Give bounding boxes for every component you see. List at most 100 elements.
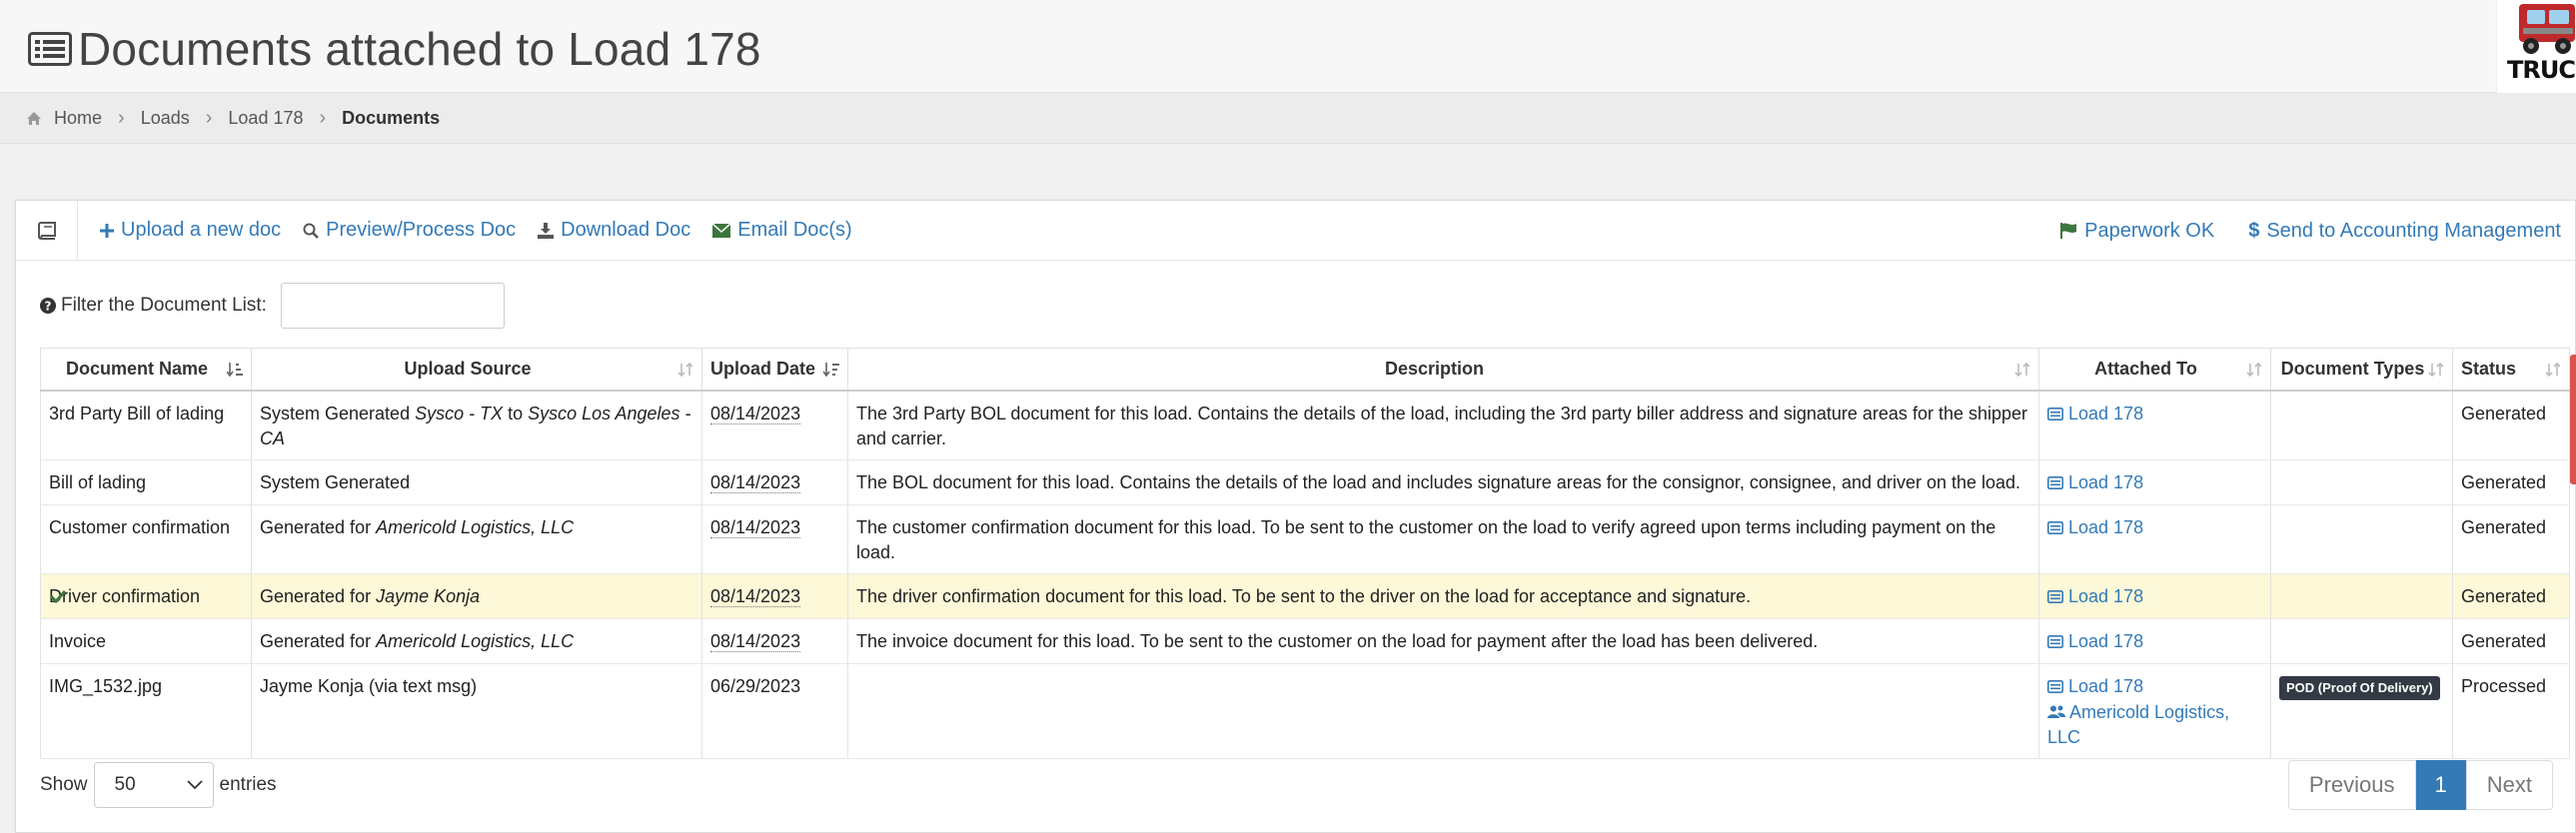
column-header-attached-to[interactable]: Attached To	[2038, 348, 2271, 392]
load-card-icon	[2047, 589, 2063, 603]
show-label: Show	[40, 774, 88, 795]
upload-date-cell: 08/14/2023	[701, 504, 848, 574]
document-type-cell: POD (Proof Of Delivery)	[2270, 663, 2453, 759]
description-cell: The 3rd Party BOL document for this load…	[847, 390, 2039, 460]
side-tab-handle[interactable]	[2570, 355, 2576, 484]
next-page-button[interactable]: Next	[2465, 760, 2553, 810]
sort-icon	[2545, 362, 2561, 378]
upload-date-cell: 08/14/2023	[701, 618, 848, 664]
status-cell: Generated	[2452, 573, 2570, 619]
entries-control: Show 50 entries	[40, 762, 277, 808]
breadcrumb-loads[interactable]: › Loads	[102, 107, 190, 130]
sort-icon	[2428, 362, 2444, 378]
entries-select[interactable]: 50	[93, 762, 214, 808]
entries-label: entries	[219, 774, 277, 795]
email-docs-label: Email Doc(s)	[737, 219, 852, 241]
upload-doc-button[interactable]: Upload a new doc	[100, 219, 281, 242]
upload-source-cell: System Generated Sysco - TX to Sysco Los…	[251, 390, 702, 460]
upload-date-cell: 08/14/2023	[701, 459, 848, 505]
table-row[interactable]: 3rd Party Bill of lading System Generate…	[40, 390, 2570, 460]
load-card-icon	[2047, 634, 2063, 648]
table-row[interactable]: Customer confirmation Generated for Amer…	[40, 504, 2570, 574]
load-link[interactable]: Load 178	[2047, 674, 2143, 699]
sort-icon	[2014, 362, 2030, 378]
table-row[interactable]: IMG_1532.jpg Jayme Konja (via text msg) …	[40, 663, 2570, 759]
document-name-cell: Customer confirmation	[40, 504, 252, 574]
send-to-accounting-button[interactable]: $ Send to Accounting Management	[2248, 220, 2561, 243]
toolbar: Upload a new doc Preview/Process Doc Dow…	[16, 200, 2575, 261]
send-to-accounting-label: Send to Accounting Management	[2266, 219, 2561, 242]
dollar-icon: $	[2248, 219, 2260, 242]
customer-link[interactable]: Americold Logistics, LLC	[2047, 702, 2229, 747]
documents-panel: Upload a new doc Preview/Process Doc Dow…	[15, 200, 2576, 833]
upload-source-cell: Generated for Americold Logistics, LLC	[251, 504, 702, 574]
previous-page-button[interactable]: Previous	[2287, 760, 2416, 810]
entries-value: 50	[114, 774, 136, 795]
attached-to-cell: Load 178	[2038, 504, 2271, 574]
load-card-icon	[2047, 679, 2063, 693]
chevron-down-icon	[186, 780, 203, 790]
page-1-button[interactable]: 1	[2415, 760, 2466, 810]
column-header-description[interactable]: Description	[847, 348, 2039, 392]
description-cell: The invoice document for this load. To b…	[847, 618, 2039, 664]
upload-source-cell: System Generated	[251, 459, 702, 505]
table-row[interactable]: Bill of lading System Generated 08/14/20…	[40, 459, 2570, 505]
breadcrumb-home-link[interactable]: Home	[54, 108, 102, 129]
svg-text:?: ?	[45, 300, 52, 314]
status-cell: Generated	[2452, 459, 2570, 505]
breadcrumb-loads-link[interactable]: Loads	[141, 108, 190, 129]
load-link[interactable]: Load 178	[2047, 584, 2143, 609]
load-link[interactable]: Load 178	[2047, 629, 2143, 654]
upload-source-cell: Generated for Americold Logistics, LLC	[251, 618, 702, 664]
sort-icon	[2246, 362, 2262, 378]
plus-icon	[100, 223, 114, 238]
column-header-document-name[interactable]: Document Name	[40, 348, 252, 392]
upload-date-cell: 06/29/2023	[701, 663, 848, 759]
attached-to-cell: Load 178	[2038, 573, 2271, 619]
paperwork-ok-button[interactable]: Paperwork OK	[2059, 220, 2214, 243]
status-cell: Generated	[2452, 504, 2570, 574]
document-name-cell: Invoice	[40, 618, 252, 664]
breadcrumb-load-link[interactable]: Load 178	[228, 108, 303, 129]
download-doc-button[interactable]: Download Doc	[538, 219, 690, 242]
document-name-cell: 3rd Party Bill of lading	[40, 390, 252, 460]
upload-source-cell: Jayme Konja (via text msg)	[251, 663, 702, 759]
attached-to-cell: Load 178	[2038, 459, 2271, 505]
download-icon	[538, 222, 555, 239]
sort-desc-icon	[823, 363, 839, 378]
preview-doc-button[interactable]: Preview/Process Doc	[303, 219, 516, 242]
list-alt-icon	[28, 32, 72, 66]
upload-source-cell: Generated for Jayme Konja	[251, 573, 702, 619]
question-circle-icon: ?	[40, 298, 56, 314]
download-doc-label: Download Doc	[561, 219, 691, 241]
column-header-document-types[interactable]: Document Types	[2270, 348, 2453, 392]
load-link[interactable]: Load 178	[2047, 402, 2143, 426]
document-type-badge: POD (Proof Of Delivery)	[2279, 675, 2440, 700]
chevron-right-icon: ›	[319, 106, 327, 129]
status-cell: Generated	[2452, 618, 2570, 664]
breadcrumb-home[interactable]: Home	[26, 108, 102, 129]
check-icon	[50, 589, 66, 603]
document-type-cell	[2270, 459, 2453, 505]
envelope-icon	[712, 223, 731, 238]
status-cell: Generated	[2452, 390, 2570, 460]
load-link[interactable]: Load 178	[2047, 470, 2143, 495]
column-header-upload-source[interactable]: Upload Source	[251, 348, 702, 392]
document-type-cell	[2270, 618, 2453, 664]
description-cell	[847, 663, 2039, 759]
table-row[interactable]: Invoice Generated for Americold Logistic…	[40, 618, 2570, 664]
email-docs-button[interactable]: Email Doc(s)	[712, 219, 852, 242]
status-cell: Processed	[2452, 663, 2570, 759]
attached-to-cell: Load 178	[2038, 618, 2271, 664]
load-link[interactable]: Load 178	[2047, 515, 2143, 540]
table-row-selected[interactable]: Driver confirmation Generated for Jayme …	[40, 573, 2570, 619]
column-header-status[interactable]: Status	[2452, 348, 2570, 392]
upload-doc-label: Upload a new doc	[121, 219, 282, 241]
column-header-upload-date[interactable]: Upload Date	[701, 348, 848, 392]
filter-input[interactable]	[280, 283, 505, 329]
upload-date-cell: 08/14/2023	[701, 573, 848, 619]
breadcrumb-load[interactable]: › Load 178	[190, 107, 304, 130]
page-title-text: Documents attached to Load 178	[78, 23, 761, 75]
table-header-row: Document Name Upload Source Upload Date …	[40, 348, 2570, 392]
description-cell: The customer confirmation document for t…	[847, 504, 2039, 574]
